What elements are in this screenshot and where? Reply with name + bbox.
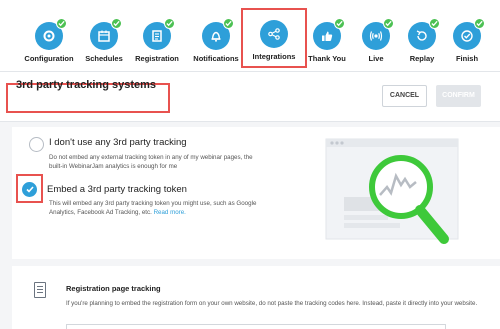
step-registration[interactable]: Registration (126, 6, 188, 63)
step-label: Finish (455, 54, 479, 63)
step-notifications[interactable]: Notifications (185, 6, 247, 63)
wizard-steps: Configuration Schedules Registration Not… (0, 0, 500, 72)
thumbs-up-icon (322, 31, 333, 41)
tracking-options-panel: I don't use any 3rd party tracking Do no… (12, 127, 500, 259)
check-badge-icon (56, 18, 67, 29)
form-icon (152, 30, 162, 42)
calendar-icon (98, 30, 110, 42)
gear-icon (43, 30, 55, 42)
step-finish[interactable]: Finish (436, 6, 498, 63)
confirm-button[interactable]: CONFIRM (436, 85, 481, 107)
registration-tracking-section: Registration page tracking If you're pla… (12, 266, 500, 329)
step-label: Configuration (24, 54, 74, 63)
radio-no-tracking[interactable] (29, 137, 44, 152)
magnifier-illustration (325, 138, 459, 244)
read-more-link[interactable]: Read more. (154, 209, 186, 216)
registration-page-icon (34, 282, 46, 298)
replay-icon (416, 30, 427, 41)
tracking-code-field[interactable] (66, 324, 446, 329)
option-description: Do not embed any external tracking token… (49, 154, 253, 170)
section-header: 3rd party tracking systems CANCEL CONFIR… (0, 72, 500, 122)
broadcast-icon (369, 31, 383, 41)
option-description: This will embed any 3rd party tracking t… (49, 199, 264, 217)
check-badge-icon (164, 18, 175, 29)
check-badge-icon (334, 18, 345, 29)
bell-icon (211, 31, 221, 42)
share-icon (268, 28, 280, 40)
cancel-button[interactable]: CANCEL (382, 85, 427, 107)
step-configuration[interactable]: Configuration (18, 6, 80, 63)
check-badge-icon (474, 18, 485, 29)
option-title: I don't use any 3rd party tracking (49, 137, 187, 148)
step-label: Registration (135, 54, 179, 63)
registration-tracking-description: If you're planning to embed the registra… (66, 300, 478, 307)
step-label: Notifications (193, 54, 239, 63)
registration-tracking-title: Registration page tracking (66, 284, 161, 293)
check-badge-icon (111, 18, 122, 29)
check-circle-icon (461, 30, 473, 42)
check-badge-icon (223, 18, 234, 29)
check-icon (25, 186, 34, 193)
option-title: Embed a 3rd party tracking token (47, 184, 187, 195)
radio-embed-tracking[interactable] (22, 182, 37, 197)
page-title: 3rd party tracking systems (16, 79, 157, 91)
